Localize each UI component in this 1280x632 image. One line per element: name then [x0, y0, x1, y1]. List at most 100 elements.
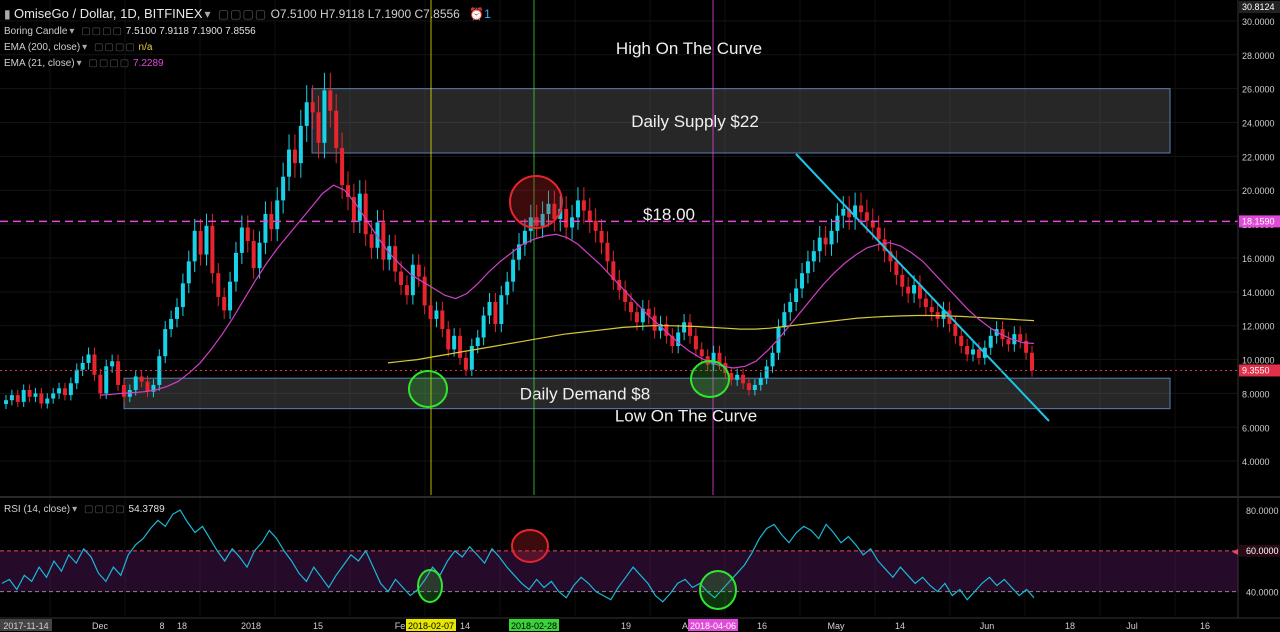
candle-body — [1030, 352, 1034, 371]
price-tick-label: 4.0000 — [1242, 457, 1270, 467]
chevron-down-icon[interactable]: ▾ — [77, 58, 82, 69]
candle-body — [770, 352, 775, 367]
candle-body — [410, 264, 415, 296]
header-buttons[interactable]: ▢▢▢▢ — [218, 7, 267, 21]
candle-body — [228, 281, 233, 311]
indicator-rsi[interactable]: RSI (14, close) ▾ ▢▢▢▢ 54.3789 — [4, 504, 165, 515]
candle-body — [894, 261, 899, 275]
symbol-header[interactable]: ▮ OmiseGo / Dollar, 1D, BITFINEX ▾ ▢▢▢▢ O… — [4, 6, 491, 21]
indicator-label: RSI (14, close) — [4, 504, 71, 515]
candle-body — [328, 90, 333, 111]
candle-body — [841, 208, 846, 216]
candle-body — [192, 230, 197, 262]
zone-label: Daily Supply $22 — [631, 112, 759, 131]
candle-body — [976, 349, 981, 358]
candle-body — [80, 362, 85, 370]
rsi-highlight-ellipse — [417, 569, 443, 603]
candle-body — [121, 384, 126, 397]
price-tick-label: 14.0000 — [1242, 288, 1275, 298]
candle-body — [4, 400, 8, 405]
candle-body — [298, 125, 303, 164]
candle-body — [416, 264, 421, 277]
price-tick-label: 20.0000 — [1242, 186, 1275, 196]
annotation-text: Low On The Curve — [615, 406, 757, 425]
time-tick-label: Jun — [980, 621, 995, 631]
candle-body — [741, 374, 746, 384]
chevron-down-icon[interactable]: ▾ — [205, 7, 211, 21]
alert-count: 1 — [484, 7, 491, 21]
candle-body — [929, 307, 934, 313]
candle-body — [965, 346, 970, 355]
candle-body — [281, 176, 286, 201]
time-tick-label: 16 — [757, 621, 767, 631]
candle-body — [829, 230, 834, 245]
price-tick-label: 6.0000 — [1242, 423, 1270, 433]
candle-body — [493, 301, 498, 324]
candle-body — [581, 200, 586, 211]
candle-body — [605, 242, 610, 262]
candle-body — [363, 193, 368, 235]
indicator-ema-21[interactable]: EMA (21, close) ▾ ▢▢▢▢ 7.2289 — [4, 58, 164, 69]
indicator-buttons[interactable]: ▢▢▢▢ — [88, 58, 130, 69]
time-tick-label: 14 — [895, 621, 905, 631]
candle-body — [163, 329, 168, 357]
candle-body — [222, 296, 227, 311]
price-chart[interactable]: Daily Supply $22 Daily Demand $8 High On T… — [0, 0, 1280, 632]
candle-body — [21, 390, 26, 402]
price-tick-label: 10.0000 — [1242, 356, 1275, 366]
candle-body — [1018, 334, 1023, 341]
indicator-buttons[interactable]: ▢▢▢▢ — [81, 26, 123, 37]
candle-body — [953, 323, 958, 336]
time-tick-label: Fe — [395, 621, 406, 631]
indicator-buttons[interactable]: ▢▢▢▢ — [84, 504, 126, 515]
candle-body — [86, 354, 91, 363]
price-tick-label: 28.0000 — [1242, 51, 1275, 61]
indicator-boring-candle[interactable]: Boring Candle ▾ ▢▢▢▢ 7.5100 7.9118 7.1900… — [4, 26, 256, 37]
candle-body — [505, 281, 510, 296]
indicator-buttons[interactable]: ▢▢▢▢ — [94, 42, 136, 53]
candle-body — [139, 376, 144, 382]
highlight-date-label: 2018-04-06 — [690, 621, 736, 631]
time-tick-label: Dec — [92, 621, 109, 631]
highlight-date-label: 2018-02-28 — [511, 621, 557, 631]
candle-body — [794, 288, 799, 302]
candle-body — [735, 374, 740, 380]
candle-body — [51, 393, 56, 399]
candle-body — [45, 398, 50, 404]
indicator-label: Boring Candle — [4, 26, 68, 37]
rsi-marker-label: 60.0000 — [1246, 546, 1279, 556]
candle-body — [422, 276, 427, 306]
price-tick-label: 8.0000 — [1242, 389, 1270, 399]
time-axis-bg — [0, 618, 1280, 632]
candle-body — [98, 374, 103, 394]
candle-body — [322, 90, 327, 143]
candle-body — [340, 147, 345, 186]
candle-body — [434, 310, 439, 319]
chevron-down-icon[interactable]: ▾ — [72, 504, 77, 515]
time-tick-label: 14 — [460, 621, 470, 631]
candle-body — [334, 110, 339, 148]
candle-body — [257, 242, 262, 269]
indicator-ema-200[interactable]: EMA (200, close) ▾ ▢▢▢▢ n/a — [4, 42, 152, 53]
chevron-down-icon[interactable]: ▾ — [82, 42, 87, 53]
candle-body — [116, 361, 121, 385]
candle-body — [481, 315, 486, 338]
candle-body — [233, 252, 238, 282]
time-tick-label: 16 — [1200, 621, 1210, 631]
candle-body — [92, 354, 97, 375]
chevron-down-icon[interactable]: ▾ — [69, 26, 74, 37]
time-tick-label: 15 — [313, 621, 323, 631]
price-tick-label: 22.0000 — [1242, 152, 1275, 162]
indicator-values: 54.3789 — [128, 504, 165, 515]
price-tick-label: 16.0000 — [1242, 254, 1275, 264]
candle-body — [145, 381, 150, 392]
candle-body — [204, 225, 209, 255]
symbol-title[interactable]: OmiseGo / Dollar, 1D, BITFINEX — [14, 6, 203, 21]
alert-icon[interactable]: ⏰ — [469, 7, 484, 21]
rsi-tick-label: 80.0000 — [1246, 506, 1279, 516]
time-tick-label: 2017-11-14 — [3, 621, 48, 631]
candle-body — [906, 286, 911, 294]
candle-body — [988, 335, 993, 348]
candle-body — [923, 298, 928, 308]
time-tick-label: 8 — [159, 621, 164, 631]
